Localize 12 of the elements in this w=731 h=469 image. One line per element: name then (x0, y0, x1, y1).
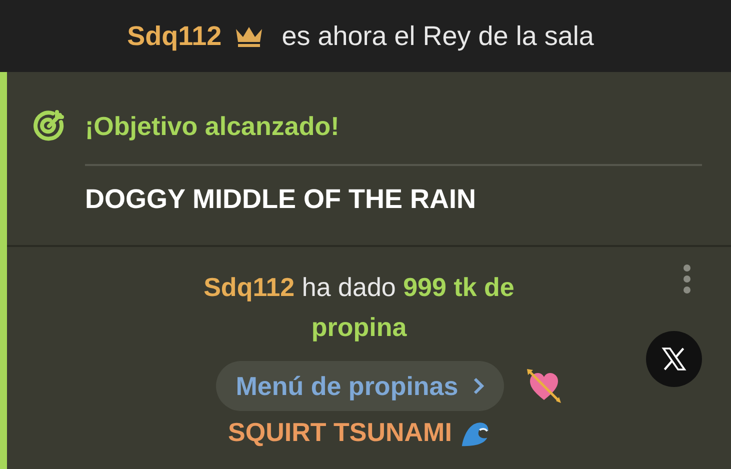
x-logo-icon (660, 345, 688, 373)
heart-arrow-icon (526, 368, 562, 404)
username[interactable]: Sdq112 (127, 20, 222, 52)
tip-item: SQUIRT TSUNAMI (228, 417, 452, 448)
chevron-right-icon (472, 377, 484, 395)
goal-name: DOGGY MIDDLE OF THE RAIN (85, 184, 478, 215)
crown-icon (234, 25, 264, 47)
more-options-icon[interactable] (683, 264, 691, 294)
tip-message: Sdq112 ha dado 999 tk de propina (202, 271, 516, 344)
goal-title: ¡Objetivo alcanzado! (85, 110, 340, 142)
banner-text: es ahora el Rey de la sala (282, 20, 594, 52)
tip-menu-button[interactable]: Menú de propinas (216, 361, 504, 411)
